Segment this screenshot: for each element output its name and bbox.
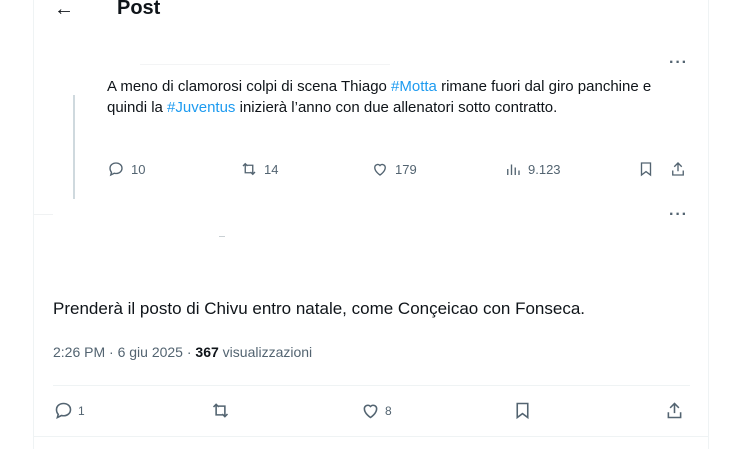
reply-icon — [55, 402, 72, 419]
faded-text-remnant — [140, 64, 390, 65]
share-icon — [672, 162, 684, 176]
repost-button[interactable]: 14 — [240, 160, 278, 178]
repost-icon — [212, 403, 229, 418]
repost-button[interactable] — [210, 400, 235, 421]
parent-text-3: inizierà l’anno con due allenatori sotto… — [235, 99, 558, 116]
like-count: 8 — [385, 403, 392, 418]
hashtag-juventus-link[interactable]: #Juventus — [167, 99, 235, 116]
repost-count: 14 — [264, 161, 279, 177]
analytics-icon — [507, 164, 520, 175]
thread-line — [73, 95, 75, 199]
main-tweet-text: Prenderà il posto di Chivu entro natale,… — [53, 299, 586, 318]
parent-text-1: A meno di clamorosi colpi di scena Thiag… — [107, 78, 392, 95]
like-count: 179 — [395, 161, 417, 177]
faded-remnant — [33, 214, 53, 215]
divider — [33, 436, 709, 437]
reply-count: 10 — [131, 161, 146, 177]
bookmark-button[interactable] — [637, 160, 655, 178]
more-options-icon[interactable]: ··· — [669, 206, 688, 224]
reply-button[interactable]: 1 — [53, 400, 85, 421]
bookmark-icon — [640, 162, 652, 177]
divider — [53, 385, 690, 386]
bookmark-icon — [516, 402, 529, 420]
repost-icon — [242, 162, 256, 176]
header: ← Post — [0, 0, 740, 40]
faded-remnant — [219, 236, 225, 237]
reply-icon — [109, 162, 123, 177]
share-button[interactable] — [669, 160, 687, 178]
parent-tweet-text: A meno di clamorosi colpi di scena Thiag… — [107, 76, 667, 118]
back-arrow-icon[interactable]: ← — [54, 0, 74, 21]
views-label: visualizzazioni — [218, 344, 313, 360]
tweet-timestamp[interactable]: 2:26 PM · 6 giu 2025 · — [53, 344, 195, 360]
views-number: 367 — [195, 344, 219, 360]
timeline-column — [33, 0, 709, 449]
heart-icon — [363, 404, 378, 419]
views-count: 9.123 — [528, 161, 561, 177]
like-button[interactable]: 8 — [360, 400, 392, 421]
views-button[interactable]: 9.123 — [504, 160, 561, 178]
reply-count: 1 — [78, 403, 85, 418]
share-button[interactable] — [664, 400, 685, 421]
page-title: Post — [117, 0, 161, 19]
bookmark-button[interactable] — [512, 400, 533, 421]
like-button[interactable]: 179 — [371, 160, 417, 178]
heart-icon — [374, 163, 386, 176]
share-icon — [667, 402, 682, 419]
hashtag-motta-link[interactable]: #Motta — [391, 78, 437, 95]
reply-button[interactable]: 10 — [107, 160, 145, 178]
tweet-meta: 2:26 PM · 6 giu 2025 · 367 visualizzazio… — [53, 344, 312, 360]
more-options-icon[interactable]: ··· — [669, 54, 688, 72]
